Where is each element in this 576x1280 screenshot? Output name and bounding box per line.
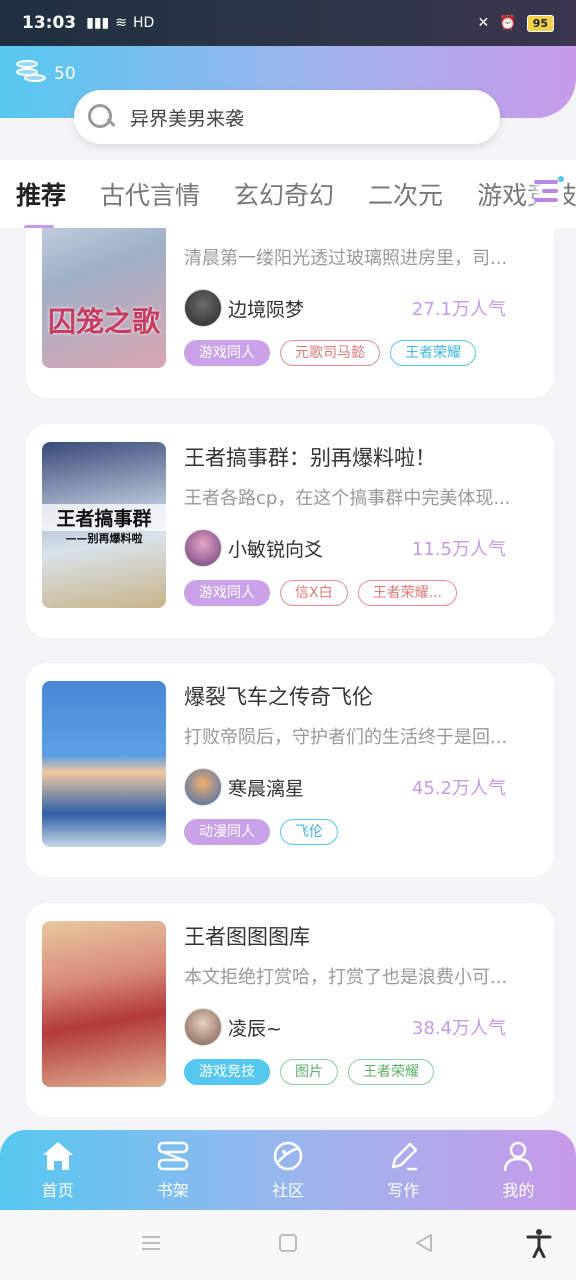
search-bar[interactable]: 异界美男来袭 xyxy=(74,90,500,144)
nav-home[interactable]: 首页 xyxy=(0,1130,115,1210)
tag[interactable]: 游戏竞技 xyxy=(184,1059,270,1085)
tag[interactable]: 王者荣耀 xyxy=(348,1059,434,1085)
book-title: 王者图图图库 xyxy=(184,925,310,949)
status-time: 13:03 xyxy=(22,13,77,33)
cover-title: 囚笼之歌 xyxy=(47,305,160,338)
book-card[interactable]: 王者图图图库 本文拒绝打赏哈，打赏了也是浪费小可... 凌辰~ 38.4万人气 … xyxy=(26,903,554,1117)
tab-recommend[interactable]: 推荐 xyxy=(16,176,66,228)
nav-label: 社区 xyxy=(272,1181,305,1200)
coin-count: 50 xyxy=(54,64,76,84)
author-avatar xyxy=(184,1008,222,1046)
mute-icon: ✕ xyxy=(477,15,490,31)
book-feed: 囚笼之歌 清晨第一缕阳光透过玻璃照进房里，司... 边境陨梦 27.1万人气 游… xyxy=(0,228,576,1130)
book-title: 王者搞事群：别再爆料啦！ xyxy=(184,446,436,470)
book-title xyxy=(184,228,536,232)
tag[interactable]: 游戏同人 xyxy=(184,340,270,366)
nav-write[interactable]: 写作 xyxy=(346,1130,461,1210)
wifi-icon: ≋ xyxy=(115,15,127,31)
coin-balance[interactable]: 50 xyxy=(14,58,76,90)
nav-bookshelf[interactable]: 书架 xyxy=(115,1130,230,1210)
tag[interactable]: 信X白 xyxy=(280,580,348,606)
cover-title: 王者搞事群 xyxy=(42,504,166,531)
tag[interactable]: 飞伦 xyxy=(280,819,338,845)
nav-label: 写作 xyxy=(387,1181,420,1200)
tab-menu-icon[interactable] xyxy=(528,176,564,206)
popularity: 11.5万人气 xyxy=(411,539,506,560)
nav-label: 首页 xyxy=(41,1181,74,1200)
nav-profile[interactable]: 我的 xyxy=(461,1130,576,1210)
author-avatar xyxy=(184,289,222,327)
cover-subtitle: ——别再爆料啦 xyxy=(65,532,143,545)
author-avatar xyxy=(184,768,222,806)
author-name: 凌辰~ xyxy=(228,1017,282,1040)
book-card[interactable]: 王者搞事群 ——别再爆料啦 王者搞事群：别再爆料啦！ 王者各路cp，在这个搞事群… xyxy=(26,424,554,638)
book-description: 本文拒绝打赏哈，打赏了也是浪费小可... xyxy=(184,967,508,988)
category-tabs: 推荐 古代言情 玄幻奇幻 二次元 游戏竞技 xyxy=(0,160,576,228)
accessibility-icon[interactable] xyxy=(526,1228,552,1258)
book-description: 打败帝陨后，守护者们的生活终于是回... xyxy=(184,727,508,748)
tab-fantasy[interactable]: 玄幻奇幻 xyxy=(234,176,334,212)
menu-icon[interactable] xyxy=(140,1232,162,1254)
system-navigation-bar xyxy=(0,1210,576,1280)
back-icon[interactable] xyxy=(413,1232,435,1254)
status-bar: 13:03 ▮▮▮ ≋ HD ✕ ⏰ 95 xyxy=(0,0,576,46)
book-description: 王者各路cp，在这个搞事群中完美体现... xyxy=(184,488,511,509)
tag[interactable]: 动漫同人 xyxy=(184,819,270,845)
profile-icon xyxy=(504,1141,533,1172)
tag[interactable]: 元歌司马懿 xyxy=(280,340,380,366)
author-name: 边境陨梦 xyxy=(228,298,305,321)
network-label: HD xyxy=(132,15,155,31)
book-cover xyxy=(42,921,166,1087)
author-name: 小敏锐向爻 xyxy=(228,538,324,561)
book-cover: 王者搞事群 ——别再爆料啦 xyxy=(42,442,166,608)
tag[interactable]: 游戏同人 xyxy=(184,580,270,606)
tab-acg[interactable]: 二次元 xyxy=(368,176,443,212)
popularity: 38.4万人气 xyxy=(411,1018,506,1039)
book-card[interactable]: 爆裂飞车之传奇飞伦 打败帝陨后，守护者们的生活终于是回... 寒晨漓星 45.2… xyxy=(26,663,554,877)
book-cover xyxy=(42,681,166,847)
planet-icon xyxy=(273,1141,303,1171)
bottom-navigation: 首页 书架 社区 写作 我的 xyxy=(0,1130,576,1210)
popularity: 27.1万人气 xyxy=(411,299,506,320)
popularity: 45.2万人气 xyxy=(411,778,506,799)
coins-icon xyxy=(14,58,48,90)
book-description: 清晨第一缕阳光透过玻璃照进房里，司... xyxy=(184,248,508,269)
tag-list: 游戏竞技 图片 王者荣耀 xyxy=(184,1059,536,1085)
tag-list: 游戏同人 元歌司马懿 王者荣耀 xyxy=(184,340,536,366)
book-card[interactable]: 囚笼之歌 清晨第一缕阳光透过玻璃照进房里，司... 边境陨梦 27.1万人气 游… xyxy=(26,228,554,398)
alarm-icon: ⏰ xyxy=(499,15,517,31)
nav-community[interactable]: 社区 xyxy=(230,1130,345,1210)
tag-list: 动漫同人 飞伦 xyxy=(184,819,536,845)
author-name: 寒晨漓星 xyxy=(228,777,305,800)
author-avatar xyxy=(184,529,222,567)
bookshelf-icon xyxy=(157,1141,189,1171)
book-title: 爆裂飞车之传奇飞伦 xyxy=(184,685,373,709)
search-placeholder: 异界美男来袭 xyxy=(130,107,245,130)
nav-label: 我的 xyxy=(502,1181,535,1200)
nav-label: 书架 xyxy=(156,1181,189,1200)
search-icon xyxy=(86,102,116,132)
signal-icon: ▮▮▮ xyxy=(86,15,110,31)
tag[interactable]: 王者荣耀 xyxy=(390,340,476,366)
home-icon xyxy=(42,1142,73,1170)
tab-ancient-romance[interactable]: 古代言情 xyxy=(100,176,200,212)
tag[interactable]: 王者荣耀... xyxy=(357,580,457,606)
battery-indicator: 95 xyxy=(526,14,554,32)
home-button-icon[interactable] xyxy=(277,1232,299,1254)
book-cover: 囚笼之歌 xyxy=(42,228,166,368)
tag[interactable]: 图片 xyxy=(280,1059,338,1085)
pen-icon xyxy=(391,1142,418,1171)
tag-list: 游戏同人 信X白 王者荣耀... xyxy=(184,580,536,606)
